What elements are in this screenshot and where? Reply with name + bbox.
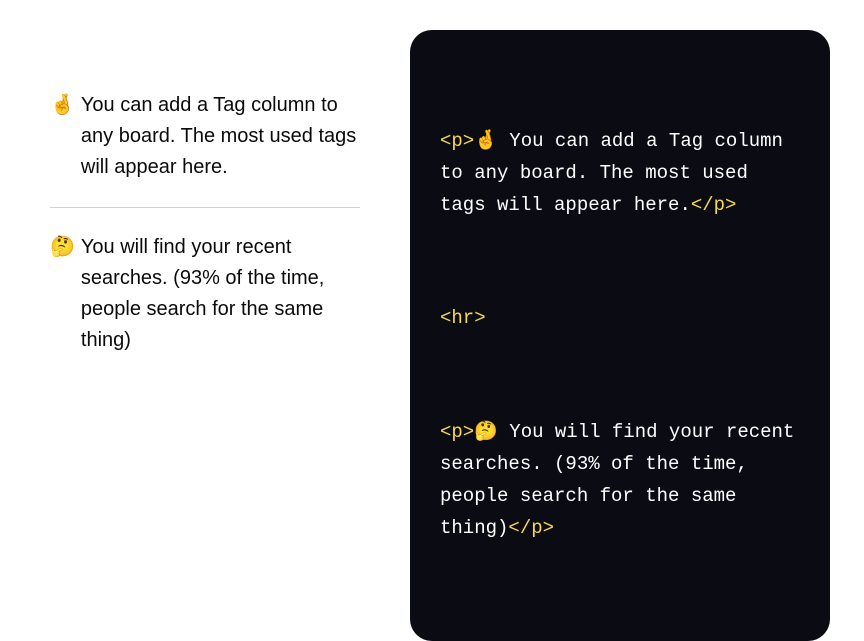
code-line-1: <p>🤞 You can add a Tag column to any boa…	[440, 126, 800, 222]
p-open-tag: <p>	[440, 130, 474, 152]
rendered-divider	[50, 207, 360, 208]
rendered-paragraph-1: 🤞 You can add a Tag column to any board.…	[50, 90, 360, 183]
rendered-preview: 🤞 You can add a Tag column to any board.…	[20, 30, 390, 356]
code-line-hr: <hr>	[440, 303, 800, 335]
code-line-2: <p>🤔 You will find your recent searches.…	[440, 417, 800, 545]
p-close-tag-2: </p>	[508, 517, 554, 539]
p-close-tag: </p>	[691, 194, 737, 216]
rendered-paragraph-1-text: You can add a Tag column to any board. T…	[81, 90, 360, 183]
p-open-tag-2: <p>	[440, 421, 474, 443]
code-emoji-1: 🤞	[474, 130, 498, 152]
hr-tag: <hr>	[440, 307, 486, 329]
code-block: <p>🤞 You can add a Tag column to any boa…	[440, 62, 800, 609]
thinking-face-icon: 🤔	[50, 232, 75, 263]
code-emoji-2: 🤔	[474, 421, 498, 443]
fingers-crossed-icon: 🤞	[50, 90, 75, 121]
code-panel: <p>🤞 You can add a Tag column to any boa…	[410, 30, 830, 641]
rendered-paragraph-2-text: You will find your recent searches. (93%…	[81, 232, 360, 356]
rendered-paragraph-2: 🤔 You will find your recent searches. (9…	[50, 232, 360, 356]
